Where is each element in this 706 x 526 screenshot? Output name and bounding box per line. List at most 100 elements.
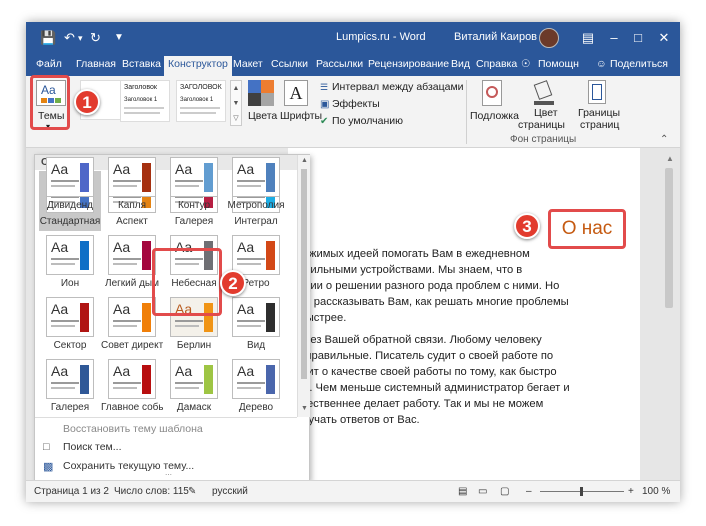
theme-item[interactable]: Aa Капля: [101, 155, 163, 215]
person-icon[interactable]: ☺: [596, 58, 607, 70]
scroll-up-icon[interactable]: ▲: [666, 154, 674, 163]
tab-design[interactable]: Конструктор: [164, 56, 232, 76]
theme-item[interactable]: Aa Дамаск: [163, 357, 225, 417]
close-icon[interactable]: ✕: [654, 28, 674, 48]
page-count[interactable]: Страница 1 из 2: [34, 486, 109, 497]
tab-home[interactable]: Главная: [76, 58, 116, 70]
theme-aa-glyph: Aa: [51, 301, 69, 317]
style-preview-heading-caps: ЗАГОЛОВОК: [180, 84, 222, 91]
save-theme-menu-item[interactable]: Сохранить текущую тему...: [63, 460, 194, 472]
customize-quick-access-icon[interactable]: ▼: [114, 32, 124, 43]
read-mode-icon[interactable]: ▤: [458, 486, 467, 497]
web-layout-icon[interactable]: ▢: [500, 486, 509, 497]
word-count[interactable]: Число слов: 115: [114, 486, 189, 497]
tab-references[interactable]: Ссылки: [271, 58, 308, 70]
theme-line: [237, 387, 261, 389]
doc-line: мобильными устройствами. Мы знаем, что в: [290, 264, 523, 276]
tab-view[interactable]: Вид: [451, 58, 470, 70]
resize-grip-icon[interactable]: ⋯: [165, 471, 172, 479]
theme-accent-bar: [204, 163, 213, 192]
tab-help[interactable]: Справка: [476, 58, 517, 70]
set-as-default-button[interactable]: По умолчанию: [332, 115, 403, 127]
theme-thumbnail: Aa: [170, 157, 218, 197]
redo-icon[interactable]: ↻: [90, 30, 101, 46]
effects-button[interactable]: Эффекты: [332, 98, 380, 110]
style-preview-subheading: Заголовок 1: [124, 97, 158, 103]
fonts-button-label[interactable]: Шрифты: [280, 110, 322, 122]
effects-icon: ▣: [320, 99, 330, 110]
tab-review[interactable]: Рецензирование: [368, 58, 449, 70]
theme-name: Вид: [246, 340, 266, 351]
theme-line: [113, 320, 141, 322]
theme-item[interactable]: Aa Вид: [225, 295, 287, 355]
proofing-icon[interactable]: ✎: [188, 486, 196, 497]
theme-line: [113, 387, 137, 389]
zoom-level[interactable]: 100 %: [642, 486, 670, 497]
avatar[interactable]: [539, 28, 559, 48]
user-name[interactable]: Виталий Каиров: [454, 31, 537, 43]
callout-badge-3: 3: [514, 213, 540, 239]
doc-line: мации о решении разного рода проблем с н…: [290, 280, 560, 292]
theme-aa-glyph: Aa: [113, 363, 131, 379]
theme-item[interactable]: Aa Галерея: [39, 357, 101, 417]
theme-thumbnail: Aa: [108, 235, 156, 275]
tab-mailings[interactable]: Рассылки: [316, 58, 363, 70]
title-bar: 💾 ↶ ▾ ↻ ▼ Lumpics.ru - Word Виталий Каир…: [26, 22, 680, 54]
scroll-down-icon[interactable]: ▼: [301, 405, 308, 412]
zoom-out-icon[interactable]: –: [526, 486, 532, 497]
print-layout-icon[interactable]: ▭: [478, 486, 487, 497]
page-color-label-1[interactable]: Цвет: [534, 107, 558, 119]
theme-thumbnail: Aa: [232, 359, 280, 399]
theme-item[interactable]: Aa Дивиденд: [39, 155, 101, 215]
page-borders-label-2[interactable]: страниц: [580, 119, 619, 131]
tell-me-label[interactable]: Помощн: [538, 58, 579, 70]
colors-button-label[interactable]: Цвета: [248, 110, 277, 122]
page-borders-label-1[interactable]: Границы: [578, 107, 620, 119]
style-preview-3[interactable]: ЗАГОЛОВОК Заголовок 1: [176, 80, 226, 122]
style-preview-2[interactable]: Заголовок Заголовок 1: [120, 80, 170, 122]
share-button[interactable]: Поделиться: [610, 58, 668, 70]
undo-dropdown-icon[interactable]: ▾: [78, 33, 83, 44]
theme-item[interactable]: Aa Ион: [39, 233, 101, 293]
theme-item[interactable]: Aa Контур: [163, 155, 225, 215]
tab-layout[interactable]: Макет: [233, 58, 263, 70]
scroll-up-icon[interactable]: ▲: [301, 157, 308, 164]
zoom-slider-handle[interactable]: [580, 487, 583, 496]
gallery-divider: [35, 417, 297, 418]
language[interactable]: русский: [212, 486, 248, 497]
doc-line: нты. Чем меньше системный администратор …: [290, 382, 570, 394]
tab-insert[interactable]: Вставка: [122, 58, 161, 70]
paragraph-spacing-icon: ☰: [320, 82, 329, 92]
theme-item[interactable]: Aa Сектор: [39, 295, 101, 355]
theme-name: Ион: [60, 278, 80, 289]
doc-line: ть без Вашей обратной связи. Любому чело…: [290, 334, 542, 346]
theme-item[interactable]: Aa Дерево: [225, 357, 287, 417]
zoom-in-icon[interactable]: +: [628, 486, 634, 497]
lightbulb-icon[interactable]: ☉: [521, 58, 530, 70]
theme-item[interactable]: Aa Метрополия: [225, 155, 287, 215]
maximize-icon[interactable]: □: [628, 28, 648, 48]
save-icon[interactable]: 💾: [40, 30, 56, 46]
word-window: 💾 ↶ ▾ ↻ ▼ Lumpics.ru - Word Виталий Каир…: [26, 22, 680, 502]
theme-line: [175, 382, 203, 384]
theme-item[interactable]: Aa Главное событие: [101, 357, 163, 417]
collapse-ribbon-icon[interactable]: ⌃: [660, 134, 668, 145]
reset-theme-menu-item[interactable]: Восстановить тему шаблона: [63, 423, 203, 435]
page-color-label-2[interactable]: страницы: [518, 119, 565, 131]
vertical-scrollbar-thumb[interactable]: [665, 168, 673, 308]
style-gallery-scroll[interactable]: ▲ ▼ ▽: [230, 80, 242, 126]
paragraph-spacing-button[interactable]: Интервал между абзацами: [332, 81, 464, 93]
page-background-group-label: Фон страницы: [510, 134, 577, 145]
ribbon-display-icon[interactable]: ▤: [578, 28, 598, 48]
theme-line: [237, 185, 261, 187]
gallery-scrollbar[interactable]: ▲ ▼: [297, 155, 310, 417]
theme-thumbnail: Aa: [108, 297, 156, 337]
theme-accent-bar: [142, 241, 151, 270]
tab-file[interactable]: Файл: [36, 58, 62, 70]
watermark-button-label[interactable]: Подложка: [470, 110, 519, 122]
gallery-scroll-thumb[interactable]: [301, 169, 307, 379]
search-themes-menu-item[interactable]: Поиск тем...: [63, 441, 122, 453]
theme-thumbnail: Aa: [232, 297, 280, 337]
minimize-icon[interactable]: –: [604, 28, 624, 48]
undo-icon[interactable]: ↶: [64, 30, 75, 46]
